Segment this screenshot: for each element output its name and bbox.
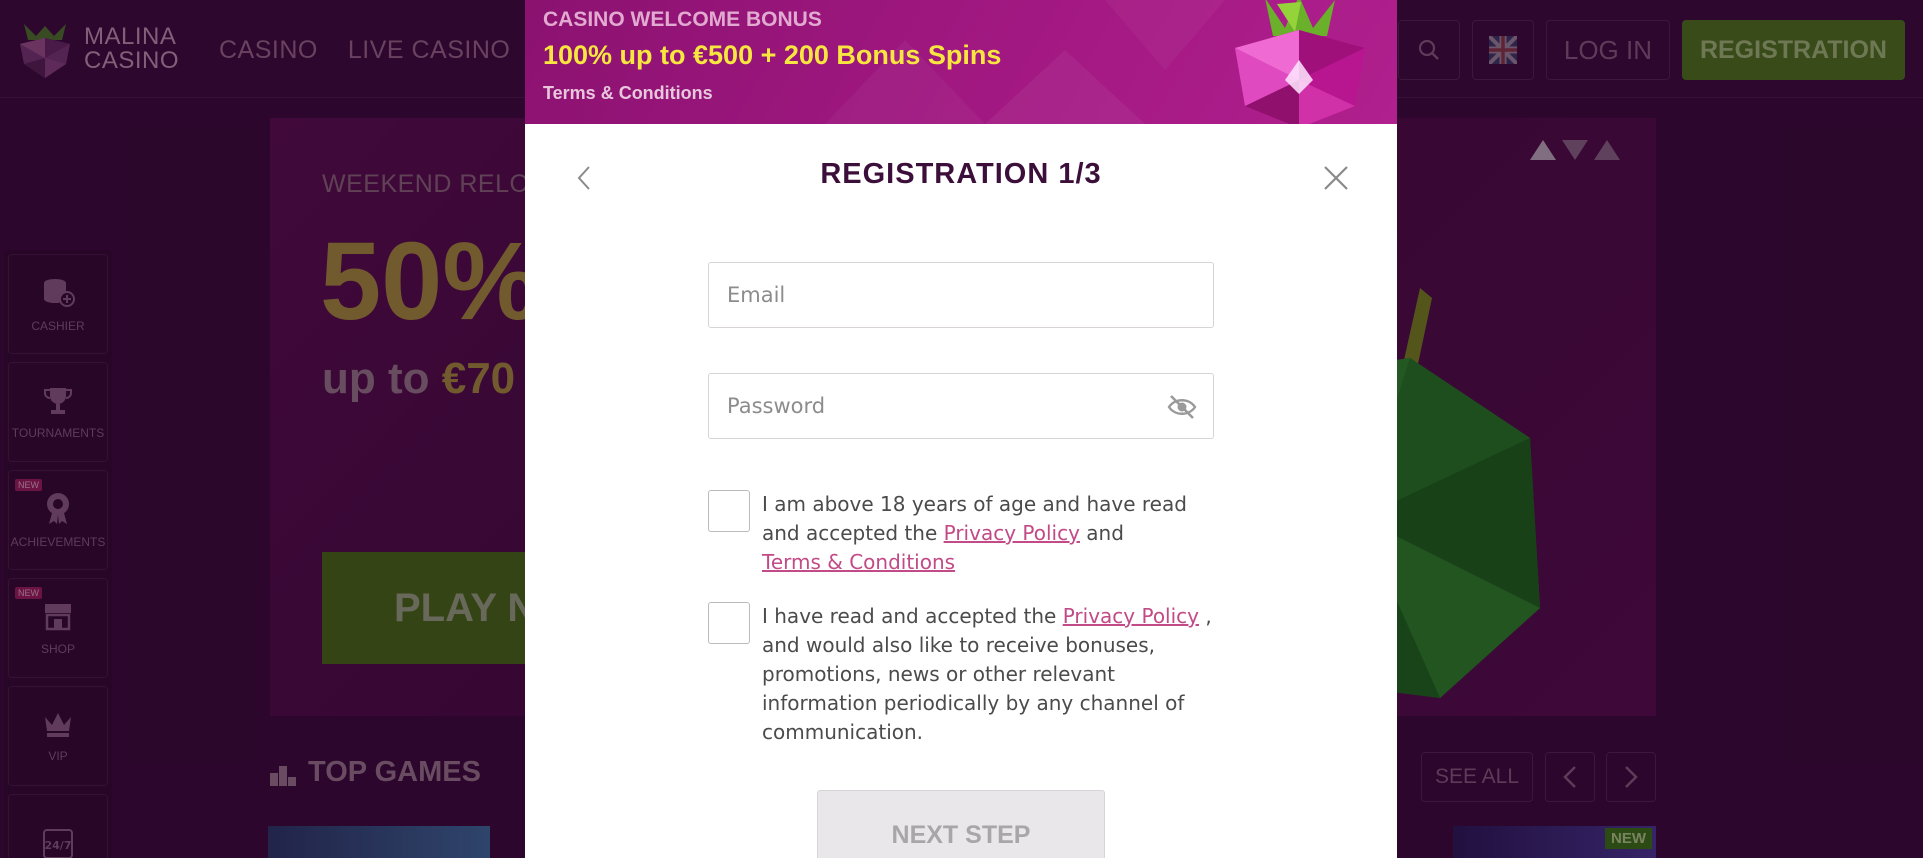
terms-conditions-link[interactable]: Terms & Conditions: [762, 550, 955, 574]
top-games-header: TOP GAMES: [270, 756, 481, 789]
sidebar-item-label: SHOP: [40, 642, 75, 656]
email-input[interactable]: [709, 263, 1213, 327]
logo-text-line2: CASINO: [84, 47, 180, 74]
sidebar: CASHIER TOURNAMENTS NEW ACHIEVEMENTS NEW: [4, 250, 112, 858]
brand-logo[interactable]: MALINA CASINO: [16, 18, 179, 80]
indicator-down-icon[interactable]: [1562, 140, 1588, 160]
nav-item-casino[interactable]: CASINO: [219, 36, 318, 65]
bonus-terms-link[interactable]: Terms & Conditions: [543, 83, 713, 104]
next-step-button[interactable]: NEXT STEP: [817, 790, 1105, 858]
games-prev-button[interactable]: [1545, 752, 1595, 802]
bonus-eyebrow: CASINO WELCOME BONUS: [543, 8, 822, 31]
game-thumbnail[interactable]: NEW: [1453, 826, 1656, 858]
sidebar-item-label: TOURNAMENTS: [11, 426, 105, 440]
marketing-checkbox[interactable]: [708, 602, 750, 644]
registration-button[interactable]: REGISTRATION: [1681, 20, 1905, 80]
indicator-up-icon[interactable]: [1530, 140, 1556, 160]
eye-off-icon[interactable]: [1167, 394, 1197, 420]
raspberry-logo-icon: [20, 24, 70, 78]
sidebar-item-label: CASHIER: [31, 319, 85, 333]
banner-headline: 50%: [320, 220, 541, 343]
privacy-policy-link[interactable]: Privacy Policy: [944, 521, 1080, 545]
banner-carousel-indicators[interactable]: [1530, 140, 1620, 160]
sidebar-item-tournaments[interactable]: TOURNAMENTS: [8, 362, 108, 462]
age-terms-text: I am above 18 years of age and have read…: [762, 490, 1214, 577]
banner-sub-prefix: up to: [322, 354, 442, 403]
search-button[interactable]: [1397, 20, 1460, 80]
nav-item-live-casino[interactable]: LIVE CASINO: [348, 36, 511, 65]
login-button[interactable]: LOG IN: [1545, 20, 1670, 80]
age-terms-checkbox[interactable]: [708, 490, 750, 532]
email-field[interactable]: [708, 262, 1214, 328]
cashier-icon: [44, 279, 75, 307]
games-next-button[interactable]: [1606, 752, 1656, 802]
close-button[interactable]: [1319, 160, 1353, 196]
svg-text:24/7: 24/7: [45, 839, 72, 852]
top-games-title: TOP GAMES: [308, 756, 481, 788]
consent-age-terms: I am above 18 years of age and have read…: [708, 490, 1214, 577]
consent-marketing: I have read and accepted the Privacy Pol…: [708, 602, 1214, 747]
close-icon: [1324, 166, 1348, 190]
modal-title: REGISTRATION 1/3: [820, 158, 1102, 190]
sidebar-item-cashier[interactable]: CASHIER: [8, 254, 108, 354]
privacy-policy-link[interactable]: Privacy Policy: [1063, 604, 1199, 628]
see-all-button[interactable]: SEE ALL: [1421, 752, 1533, 802]
indicator-up-icon[interactable]: [1594, 140, 1620, 160]
chevron-left-icon: [1563, 766, 1576, 788]
search-icon: [1418, 39, 1439, 60]
podium-icon: [270, 765, 296, 786]
sidebar-item-vip[interactable]: VIP: [8, 686, 108, 786]
bonus-offer: 100% up to €500 + 200 Bonus Spins: [543, 40, 1002, 70]
chevron-right-icon: [1625, 766, 1638, 788]
shop-icon: [45, 604, 71, 631]
consent2-text-before: I have read and accepted the: [762, 604, 1063, 628]
password-field[interactable]: [708, 373, 1214, 439]
new-badge: NEW: [15, 479, 42, 491]
banner-eyebrow: WEEKEND RELO: [322, 170, 530, 198]
banner-sub-amount: €70: [441, 354, 516, 403]
main-nav: CASINO LIVE CASINO S: [219, 36, 558, 65]
crown-icon: [45, 713, 71, 737]
trophy-icon: [44, 388, 72, 414]
sidebar-item-achievements[interactable]: NEW ACHIEVEMENTS: [8, 470, 108, 570]
registration-modal: CASINO WELCOME BONUS 100% up to €500 + 2…: [525, 0, 1397, 858]
sidebar-item-label: ACHIEVEMENTS: [10, 535, 106, 549]
language-button[interactable]: [1471, 20, 1534, 80]
raspberry-illustration: [1235, 0, 1365, 124]
medal-icon: [47, 493, 69, 524]
consent1-text-middle: and: [1079, 521, 1124, 545]
sidebar-item-support[interactable]: 24/7: [8, 794, 108, 858]
new-badge: NEW: [1605, 828, 1652, 849]
banner-subline: up to €70: [322, 354, 515, 404]
new-badge: NEW: [15, 587, 42, 599]
logo-text-line1: MALINA: [84, 23, 177, 50]
sidebar-item-label: VIP: [48, 749, 68, 763]
sidebar-item-shop[interactable]: NEW SHOP: [8, 578, 108, 678]
top-right-actions: LOG IN REGISTRATION: [1397, 20, 1905, 80]
marketing-text: I have read and accepted the Privacy Pol…: [762, 602, 1214, 747]
uk-flag-icon: [1488, 36, 1517, 64]
support-24-7-icon: 24/7: [43, 829, 73, 858]
modal-bonus-header: CASINO WELCOME BONUS 100% up to €500 + 2…: [525, 0, 1397, 124]
password-input[interactable]: [709, 374, 1213, 438]
game-thumbnail[interactable]: [268, 826, 490, 858]
